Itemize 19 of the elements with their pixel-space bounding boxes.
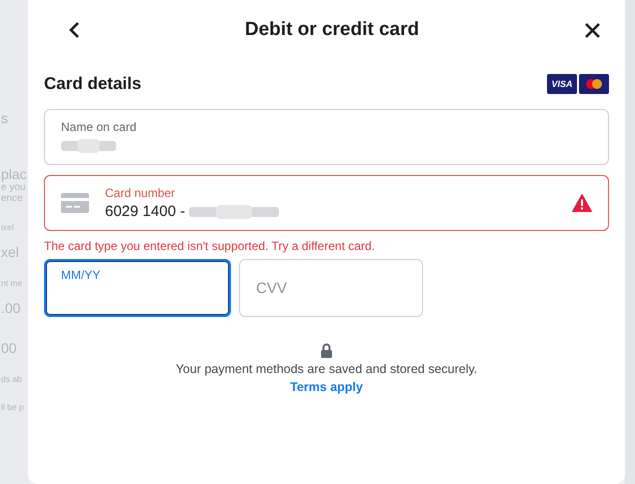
text-field[interactable]: Name on card <box>44 109 609 165</box>
text-field[interactable]: Card number 6029 1400 - <box>44 175 609 231</box>
dialog-title: Debit or credit card <box>244 19 420 41</box>
lock-icon <box>320 343 333 358</box>
expiry-field[interactable]: MM/YY <box>44 259 231 317</box>
field-value: 6029 1400 - <box>105 203 186 220</box>
back-button[interactable] <box>68 21 80 39</box>
card-icon <box>61 193 89 213</box>
error-message: The card type you entered isn't supported. Try a different card. <box>44 239 376 253</box>
cvv-field[interactable]: CVV <box>239 259 423 317</box>
terms-link[interactable]: Terms apply <box>290 380 363 394</box>
visa-logo: VISA <box>547 74 577 94</box>
section-title: Card details <box>44 74 142 94</box>
security-note: Your payment methods are saved and stored securely. <box>176 362 478 376</box>
close-button[interactable] <box>584 22 601 38</box>
warning-icon <box>572 194 592 212</box>
field-label: Card number <box>105 186 176 200</box>
mastercard-logo <box>579 74 609 94</box>
field-label: Name on card <box>61 120 138 134</box>
